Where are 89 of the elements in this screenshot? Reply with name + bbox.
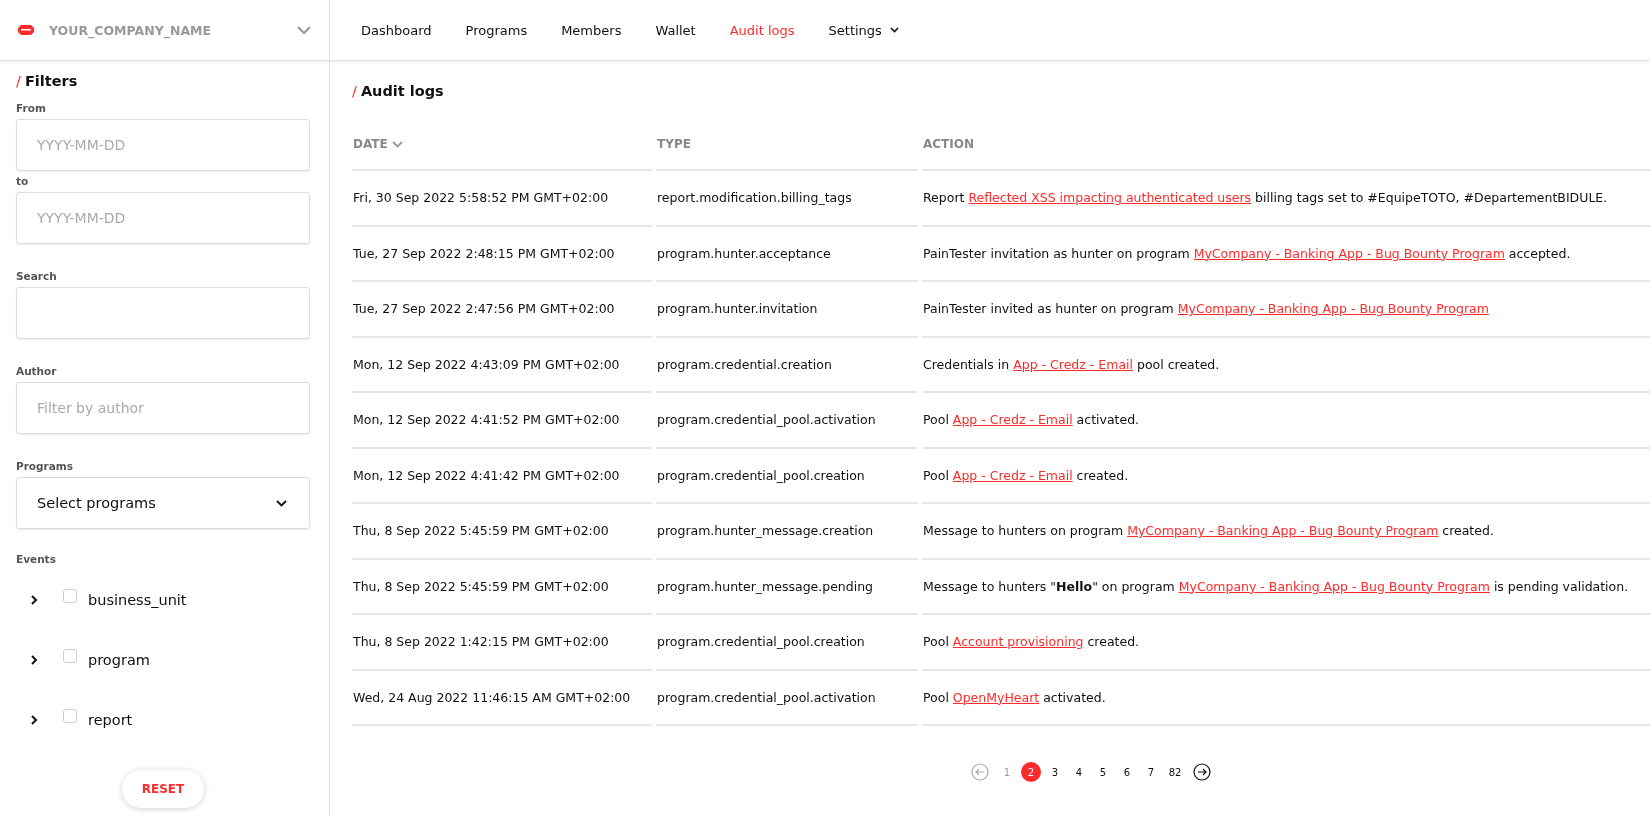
input-field[interactable]: YYYY-MM-DD (16, 119, 310, 171)
table-cell: program.hunter.acceptance (657, 245, 831, 261)
input-field[interactable]: YYYY-MM-DD (16, 192, 310, 244)
nav-tab[interactable]: Wallet (655, 22, 696, 38)
nav-tab[interactable]: Dashboard (361, 22, 432, 38)
table-cell: Thu, 8 Sep 2022 1:42:15 PM GMT+02:00 (353, 634, 609, 650)
field-label: Author (16, 365, 58, 377)
page-number[interactable]: 4 (1067, 762, 1091, 782)
column-header[interactable]: DATE (353, 137, 388, 151)
page-number[interactable]: 3 (1043, 762, 1067, 782)
action-text: Message to hunters on program MyCompany - Banking App - Bug Bounty Program created. (923, 523, 1494, 539)
table-cell: program.credential_pool.creation (657, 634, 865, 650)
caret-icon (889, 27, 899, 33)
programs-select[interactable]: Select programs (16, 477, 310, 529)
logo-icon (18, 25, 34, 35)
table-cell: Tue, 27 Sep 2022 2:48:15 PM GMT+02:00 (353, 245, 615, 261)
action-text: PainTester invitation as hunter on program MyCompany - Banking App - Bug Bounty Program accepted. (923, 245, 1571, 261)
table-cell: Mon, 12 Sep 2022 4:43:09 PM GMT+02:00 (353, 356, 620, 372)
action-text: Report Reflected XSS impacting authenticated users billing tags set to #EquipeTOTO, #DepartementBIDULE. (923, 190, 1608, 206)
action-text: Pool App - Credz - Email activated. (923, 412, 1140, 428)
chevron-right-icon[interactable] (29, 594, 39, 606)
field-label: Programs (16, 460, 75, 472)
caret-icon (276, 499, 287, 507)
action-text: PainTester invited as hunter on program MyCompany - Banking App - Bug Bounty Program (923, 301, 1489, 317)
link[interactable]: MyCompany - Banking App - Bug Bounty Program (1193, 245, 1505, 261)
action-text: Credentials in App - Credz - Email pool created. (923, 356, 1220, 372)
link[interactable]: OpenMyHeart (952, 689, 1040, 705)
action-text: Pool OpenMyHeart activated. (923, 689, 1106, 705)
reset-button[interactable]: RESET (121, 770, 205, 808)
page-number[interactable]: 6 (1115, 762, 1139, 782)
slash-mark: / (16, 73, 21, 89)
field-label: to (16, 175, 30, 187)
page-number[interactable]: 7 (1139, 762, 1163, 782)
page-number[interactable]: 1 (995, 762, 1019, 782)
table-cell: program.hunter.invitation (657, 301, 818, 317)
link[interactable]: App - Credz - Email (952, 412, 1073, 428)
nav-tab[interactable]: Settings (828, 22, 899, 38)
chevron-right-icon[interactable] (29, 714, 39, 726)
page-number[interactable]: 2 (1021, 762, 1041, 782)
action-text: Pool App - Credz - Email created. (923, 467, 1129, 483)
checkbox[interactable] (63, 589, 77, 603)
page-number[interactable]: 5 (1091, 762, 1115, 782)
link[interactable]: Reflected XSS impacting authenticated users (968, 190, 1252, 206)
page-number[interactable]: 82 (1163, 762, 1187, 782)
page-title: Audit logs (360, 83, 444, 99)
chevron-right-icon[interactable] (29, 654, 39, 666)
column-header: ACTION (923, 137, 974, 151)
link[interactable]: MyCompany - Banking App - Bug Bounty Program (1127, 523, 1439, 539)
filters-title: Filters (24, 73, 78, 89)
action-text: Message to hunters "Hello" on program MyCompany - Banking App - Bug Bounty Program is pending validation. (923, 578, 1629, 594)
table-cell: program.credential_pool.activation (657, 689, 876, 705)
event-label: report (88, 712, 133, 728)
checkbox[interactable] (63, 709, 77, 723)
table-cell: program.credential.creation (657, 356, 832, 372)
next-page-icon[interactable] (1193, 763, 1211, 781)
table-cell: Tue, 27 Sep 2022 2:47:56 PM GMT+02:00 (353, 301, 615, 317)
nav-tab[interactable]: Audit logs (729, 22, 795, 38)
input-field[interactable] (16, 287, 310, 339)
sort-down-icon[interactable] (391, 140, 403, 148)
table-cell: program.hunter_message.pending (657, 578, 874, 594)
link[interactable]: App - Credz - Email (952, 467, 1073, 483)
link[interactable]: Account provisioning (952, 634, 1084, 650)
table-cell: program.credential_pool.creation (657, 467, 865, 483)
field-label: Search (16, 270, 58, 282)
table-cell: Thu, 8 Sep 2022 5:45:59 PM GMT+02:00 (353, 578, 609, 594)
table-cell: Mon, 12 Sep 2022 4:41:52 PM GMT+02:00 (353, 412, 620, 428)
slash-mark: / (352, 83, 357, 99)
link[interactable]: MyCompany - Banking App - Bug Bounty Program (1178, 578, 1490, 594)
event-label: program (88, 652, 150, 668)
checkbox[interactable] (63, 649, 77, 663)
link[interactable]: MyCompany - Banking App - Bug Bounty Program (1177, 301, 1489, 317)
event-label: business_unit (88, 592, 187, 608)
table-cell: Fri, 30 Sep 2022 5:58:52 PM GMT+02:00 (353, 190, 609, 206)
table-cell: Wed, 24 Aug 2022 11:46:15 AM GMT+02:00 (353, 689, 631, 705)
company-name: YOUR_COMPANY_NAME (49, 22, 213, 38)
link[interactable]: App - Credz - Email (1013, 356, 1133, 372)
table-cell: report.modification.billing_tags (657, 190, 852, 206)
nav-tab[interactable]: Members (561, 22, 622, 38)
nav-tab[interactable]: Programs (465, 22, 528, 38)
table-cell: program.hunter_message.creation (657, 523, 874, 539)
input-field[interactable]: Filter by author (16, 382, 310, 434)
action-text: Pool Account provisioning created. (923, 634, 1140, 650)
column-header: TYPE (657, 137, 691, 151)
events-label: Events (16, 553, 57, 565)
table-cell: program.credential_pool.activation (657, 412, 876, 428)
table-cell: Thu, 8 Sep 2022 5:45:59 PM GMT+02:00 (353, 523, 609, 539)
table-cell: Mon, 12 Sep 2022 4:41:42 PM GMT+02:00 (353, 467, 620, 483)
chevron-down-icon[interactable] (296, 25, 312, 35)
field-label: From (16, 102, 47, 114)
